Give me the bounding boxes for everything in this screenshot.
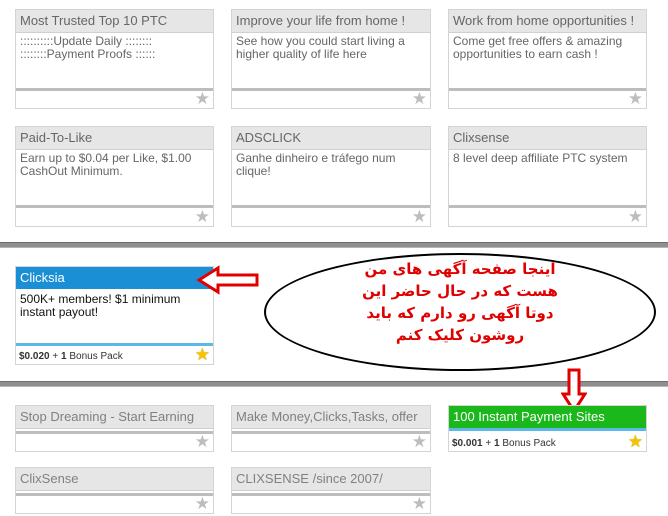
featured-ad-description: 500K+ members! $1 minimum instant payout… xyxy=(20,292,181,319)
annotation-line: روشون کلیک کنم xyxy=(395,326,525,344)
ad-card-progress-bar xyxy=(16,205,213,208)
ad-card-progress-bar xyxy=(232,205,430,208)
ad-card[interactable]: Stop Dreaming - Start Earning ★ xyxy=(15,405,214,452)
star-icon[interactable]: ★ xyxy=(195,433,210,450)
ad-card-description: 8 level deep affiliate PTC system xyxy=(453,151,628,165)
ad-card[interactable]: Clixsense 8 level deep affiliate PTC sys… xyxy=(448,126,647,227)
ad-card-progress-bar xyxy=(449,205,646,208)
ad-card-title[interactable]: Paid-To-Like xyxy=(16,127,213,150)
star-icon[interactable]: ★ xyxy=(412,433,427,450)
annotation-note: اینجا صفحه آگهی های من هست که در حال حاض… xyxy=(310,258,610,346)
bonus-pack-info: $0.001 + 1 Bonus Pack xyxy=(452,438,556,449)
featured-ad-card[interactable]: Clicksia 500K+ members! $1 minimum insta… xyxy=(15,266,214,365)
star-icon[interactable]: ★ xyxy=(195,208,210,225)
ad-card[interactable]: Most Trusted Top 10 PTC ::::::::::Update… xyxy=(15,9,214,109)
star-icon[interactable]: ★ xyxy=(195,346,210,363)
pack-count: 1 xyxy=(61,351,67,362)
star-icon[interactable]: ★ xyxy=(195,495,210,512)
ad-card-progress-bar xyxy=(16,431,213,434)
ad-card-description: Ganhe dinheiro e tráfego num clique! xyxy=(236,151,396,178)
ad-card-progress-bar xyxy=(232,88,430,91)
left-arrow-icon xyxy=(196,265,259,295)
annotation-line: هست که در حال حاضر این xyxy=(362,282,558,300)
ad-card-description: See how you could start living a higher … xyxy=(236,34,405,61)
ad-card[interactable]: CLIXSENSE /since 2007/ ★ xyxy=(231,467,431,514)
star-icon[interactable]: ★ xyxy=(628,90,643,107)
star-icon[interactable]: ★ xyxy=(628,208,643,225)
ad-price: $0.020 xyxy=(19,351,50,362)
ad-card-progress-bar xyxy=(449,88,646,91)
ad-card-title[interactable]: CLIXSENSE /since 2007/ xyxy=(232,468,430,491)
star-icon[interactable]: ★ xyxy=(195,90,210,107)
ad-card[interactable]: Work from home opportunities ! Come get … xyxy=(448,9,647,109)
bonus-pack-info: $0.020 + 1 Bonus Pack xyxy=(19,351,123,362)
ad-card-title[interactable]: Most Trusted Top 10 PTC xyxy=(16,10,213,33)
ad-card-progress-bar xyxy=(232,493,430,496)
green-ad-progress-bar xyxy=(449,428,646,431)
ad-card-title[interactable]: Stop Dreaming - Start Earning xyxy=(16,406,213,429)
star-icon[interactable]: ★ xyxy=(412,208,427,225)
ad-card-title[interactable]: Work from home opportunities ! xyxy=(449,10,646,33)
ad-card-progress-bar xyxy=(16,88,213,91)
green-ad-title[interactable]: 100 Instant Payment Sites xyxy=(449,406,646,428)
ad-card-title[interactable]: ADSCLICK xyxy=(232,127,430,150)
featured-ad-progress-bar xyxy=(16,343,213,346)
annotation-line: دوتا آگهی رو دارم که باید xyxy=(366,304,554,322)
ad-price: $0.001 xyxy=(452,438,483,449)
ad-card-title[interactable]: Make Money,Clicks,Tasks, offer xyxy=(232,406,430,429)
pack-count: 1 xyxy=(494,438,500,449)
plus-sign: + xyxy=(52,351,59,362)
section-divider xyxy=(0,242,668,248)
ad-card-description: ::::::::::Update Daily :::::::: ::::::::… xyxy=(20,34,156,61)
ad-card[interactable]: Make Money,Clicks,Tasks, offer ★ xyxy=(231,405,431,452)
ad-card-title[interactable]: Clixsense xyxy=(449,127,646,150)
ad-card[interactable]: ADSCLICK Ganhe dinheiro e tráfego num cl… xyxy=(231,126,431,227)
ad-card-progress-bar xyxy=(232,431,430,434)
star-icon[interactable]: ★ xyxy=(412,90,427,107)
ad-card-title[interactable]: ClixSense xyxy=(16,468,213,491)
pack-label: Bonus Pack xyxy=(69,351,123,362)
green-ad-card[interactable]: 100 Instant Payment Sites $0.001 + 1 Bon… xyxy=(448,405,647,452)
pack-label: Bonus Pack xyxy=(502,438,556,449)
plus-sign: + xyxy=(485,438,492,449)
ad-card[interactable]: Improve your life from home ! See how yo… xyxy=(231,9,431,109)
ad-card-description: Earn up to $0.04 per Like, $1.00 CashOut… xyxy=(20,151,192,178)
ad-card[interactable]: ClixSense ★ xyxy=(15,467,214,514)
ad-card-description: Come get free offers & amazing opportuni… xyxy=(453,34,623,61)
featured-ad-title[interactable]: Clicksia xyxy=(16,267,213,289)
ad-card-title[interactable]: Improve your life from home ! xyxy=(232,10,430,33)
annotation-line: اینجا صفحه آگهی های من xyxy=(364,260,556,278)
ad-card-progress-bar xyxy=(16,493,213,496)
star-icon[interactable]: ★ xyxy=(412,495,427,512)
star-icon[interactable]: ★ xyxy=(628,433,643,450)
ad-card[interactable]: Paid-To-Like Earn up to $0.04 per Like, … xyxy=(15,126,214,227)
